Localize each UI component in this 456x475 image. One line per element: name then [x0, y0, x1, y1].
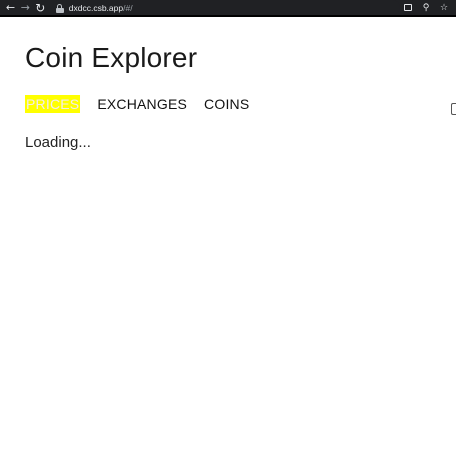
url-text[interactable]: dxdcc.csb.app/#/	[69, 3, 133, 13]
lock-icon[interactable]	[55, 3, 64, 13]
zoom-icon[interactable]: ⚲	[418, 0, 434, 15]
nav-link-coins[interactable]: COINS	[204, 95, 249, 113]
page-title: Coin Explorer	[25, 42, 198, 73]
url-host: dxdcc.csb.app	[68, 2, 124, 13]
install-app-icon[interactable]	[400, 0, 416, 15]
nav-link-prices[interactable]: PRICES	[25, 95, 81, 113]
nav-link-exchanges[interactable]: EXCHANGES	[97, 95, 187, 113]
reload-icon[interactable]: ↻	[33, 0, 48, 15]
back-arrow-icon[interactable]: ←	[3, 0, 18, 15]
text-cursor-icon	[451, 103, 456, 115]
app-container: Coin Explorer PRICES EXCHANGES COINS Loa…	[25, 40, 456, 152]
address-bar[interactable]: dxdcc.csb.app/#/	[51, 0, 400, 15]
main-nav: PRICES EXCHANGES COINS	[25, 94, 456, 114]
loading-status: Loading...	[25, 134, 91, 151]
star-icon[interactable]: ☆	[436, 0, 452, 15]
forward-arrow-icon[interactable]: →	[18, 0, 33, 15]
url-path: /#/	[123, 2, 133, 13]
browser-toolbar: ← → ↻ dxdcc.csb.app/#/ ⚲ ☆	[0, 0, 456, 17]
